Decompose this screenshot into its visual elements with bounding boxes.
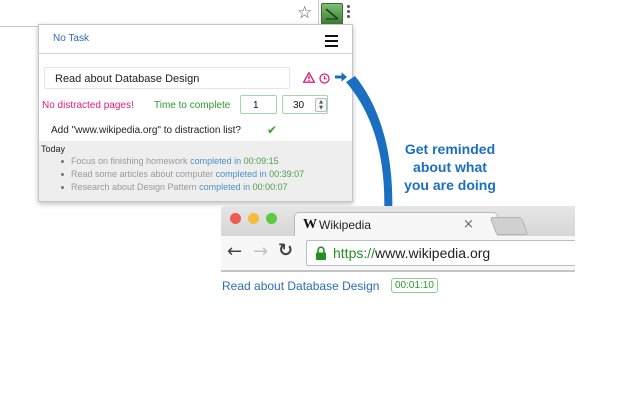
star-icon[interactable]: ☆ (297, 3, 312, 23)
time-to-complete-label: Time to complete (154, 100, 231, 111)
minutes-stepper[interactable]: ▲ ▼ (315, 98, 327, 112)
close-icon[interactable]: × (463, 217, 474, 232)
new-tab-button[interactable] (489, 217, 529, 235)
task-input[interactable]: Read about Database Design (44, 67, 290, 89)
history-task: Focus on finishing homework (71, 156, 188, 166)
history-status: completed in (190, 156, 242, 166)
minimize-window-button[interactable] (248, 213, 259, 224)
history-list: Focus on finishing homework completed in… (61, 155, 304, 194)
url-host: www.wikipedia.org (375, 245, 491, 261)
callout-line: about what (413, 159, 487, 175)
distraction-status: No distracted pages! (42, 100, 134, 111)
top-browser-toolbar: ☆ (0, 0, 360, 27)
address-bar-fragment[interactable] (0, 0, 319, 27)
history-item: Research about Design Pattern completed … (61, 181, 304, 194)
close-window-button[interactable] (230, 213, 241, 224)
callout-line: you are doing (404, 177, 496, 193)
kebab-menu-icon[interactable] (347, 5, 351, 20)
page-task-timer: 00:01:10 (391, 278, 438, 293)
history-heading: Today (41, 144, 66, 154)
lock-icon (316, 246, 326, 260)
history-task: Read some articles about computer (71, 169, 214, 179)
extension-button[interactable] (321, 3, 343, 25)
reload-icon[interactable]: ↻ (278, 240, 293, 261)
forward-arrow-icon[interactable]: → (253, 241, 268, 262)
callout-text: Get reminded about what you are doing (389, 140, 511, 194)
checkmark-icon[interactable]: ✔ (267, 123, 277, 137)
history-time: 00:09:15 (243, 156, 279, 166)
history-time: 00:00:07 (252, 182, 288, 192)
history-item: Read some articles about computer comple… (61, 168, 304, 181)
history-item: Focus on finishing homework completed in… (61, 155, 304, 168)
url-scheme: https:// (333, 245, 376, 261)
history-time: 00:39:07 (269, 169, 305, 179)
maximize-window-button[interactable] (266, 213, 277, 224)
warning-triangle-icon[interactable] (303, 72, 315, 83)
callout-line: Get reminded (404, 141, 496, 157)
add-distraction-prompt: Add "www.wikipedia.org" to distraction l… (51, 125, 241, 136)
address-bar[interactable]: https://www.wikipedia.org (306, 240, 575, 266)
clock-icon[interactable] (319, 73, 330, 84)
navigation-bar: ← → ↻ https://www.wikipedia.org (221, 236, 575, 272)
task-history: Today Focus on finishing homework comple… (39, 141, 352, 201)
url-text: https://www.wikipedia.org (333, 245, 490, 261)
tab-wikipedia[interactable]: W Wikipedia × (294, 212, 498, 237)
browser-window: W Wikipedia × ← → ↻ https://www.wikipedi… (221, 206, 575, 272)
history-task: Research about Design Pattern (71, 182, 197, 192)
hours-input[interactable]: 1 (240, 95, 277, 114)
tab-strip: W Wikipedia × (221, 206, 575, 237)
back-arrow-icon[interactable]: ← (227, 241, 242, 262)
wikipedia-favicon-icon: W (303, 217, 317, 232)
page-task-reminder: Read about Database Design (222, 279, 380, 293)
divider (39, 53, 352, 54)
extension-popup: No Task Read about Database Design No di… (38, 24, 353, 202)
history-status: completed in (215, 169, 267, 179)
current-task-title: No Task (53, 33, 89, 44)
extension-icon (325, 8, 339, 20)
hamburger-menu-icon[interactable] (325, 35, 338, 50)
history-status: completed in (199, 182, 251, 192)
tab-title: Wikipedia (319, 218, 372, 232)
